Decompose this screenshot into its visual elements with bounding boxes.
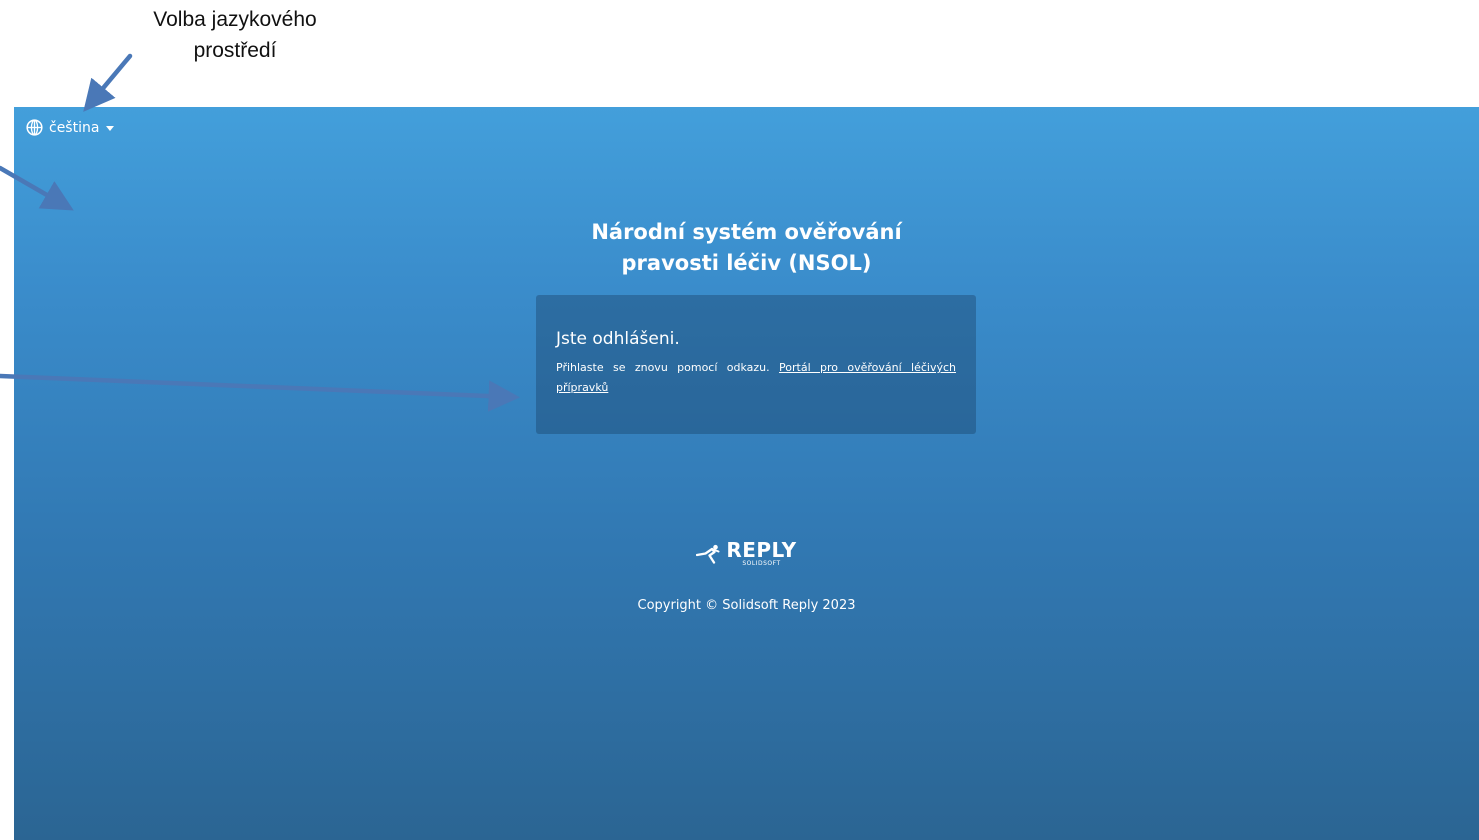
language-switcher[interactable]: čeština [26, 119, 115, 136]
globe-icon [26, 119, 43, 136]
page-title: Národní systém ověřování pravosti léčiv … [14, 217, 1479, 279]
page-title-line-2: pravosti léčiv (NSOL) [621, 251, 872, 276]
annotation-line-1: Volba jazykového [153, 8, 317, 31]
app-screen: čeština Národní systém ověřování pravost… [14, 107, 1479, 840]
logout-instruction: Přihlaste se znovu pomocí odkazu. [556, 361, 770, 374]
reply-runner-icon [696, 544, 720, 564]
page-title-line-1: Národní systém ověřování [591, 220, 902, 245]
reply-logo: REPLY SOLIDSOFT [14, 540, 1479, 567]
logout-message-card: Jste odhlášeni. Přihlaste se znovu pomoc… [536, 295, 976, 434]
logout-heading: Jste odhlášeni. [556, 329, 680, 349]
language-label: čeština [49, 119, 100, 136]
caret-down-icon [106, 126, 115, 131]
annotation-language-label: Volba jazykového prostředí [100, 4, 370, 66]
reply-subbrand: SOLIDSOFT [742, 560, 781, 567]
logout-text: Přihlaste se znovu pomocí odkazu. Portál… [556, 358, 956, 398]
annotation-line-2: prostředí [193, 39, 277, 62]
reply-brand: REPLY [726, 538, 797, 562]
copyright-text: Copyright © Solidsoft Reply 2023 [637, 598, 856, 613]
